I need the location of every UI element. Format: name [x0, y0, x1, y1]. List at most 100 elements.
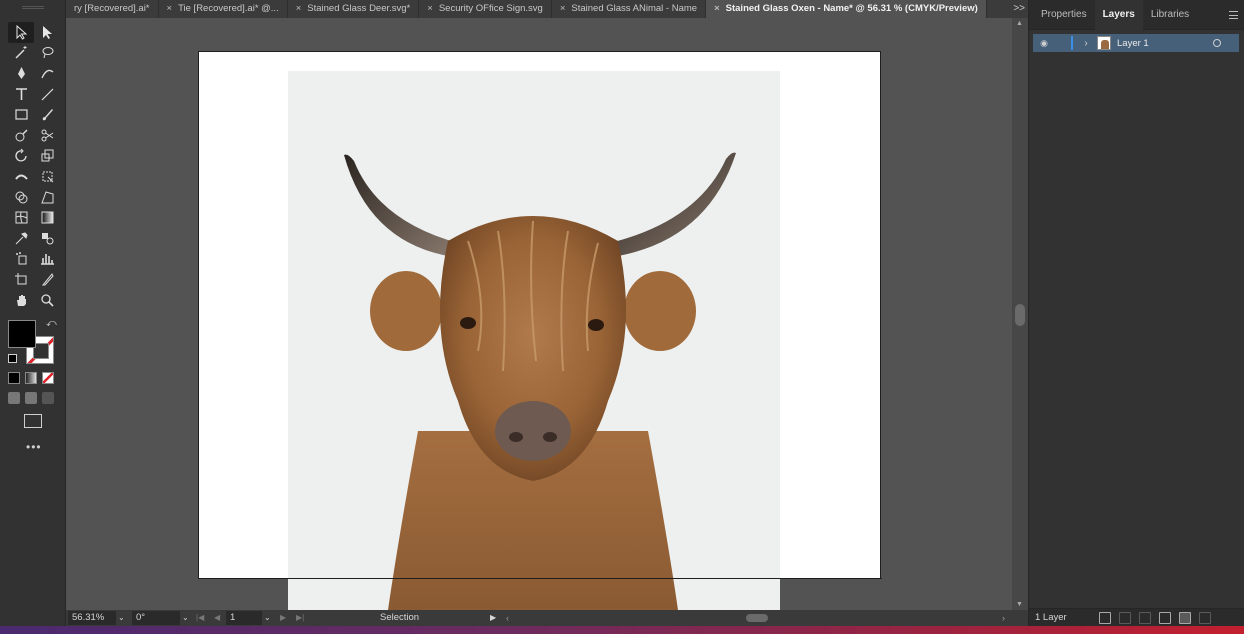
slice-tool-icon[interactable] — [34, 269, 60, 290]
document-tab[interactable]: ry [Recovered].ai* — [66, 0, 159, 18]
zoom-dropdown-icon[interactable]: ⌄ — [118, 610, 125, 626]
status-menu-icon[interactable]: ▶ — [490, 610, 496, 626]
none-mode-icon[interactable] — [42, 372, 54, 384]
tab-label: Tie [Recovered].ai* @... — [178, 3, 279, 14]
locate-object-icon[interactable] — [1119, 612, 1131, 624]
scroll-up-icon[interactable]: ▲ — [1016, 20, 1023, 27]
document-tab[interactable]: × Tie [Recovered].ai* @... — [159, 0, 288, 18]
scroll-left-icon[interactable]: ‹ — [506, 610, 509, 626]
document-tab[interactable]: × Security OFfice Sign.svg — [419, 0, 552, 18]
panel-tab[interactable]: Libraries — [1143, 0, 1197, 30]
blend-tool-icon[interactable] — [34, 228, 60, 249]
desktop-background-strip — [0, 626, 1244, 634]
rectangle-tool-icon[interactable] — [8, 104, 34, 125]
pen-tool-icon[interactable] — [8, 63, 34, 84]
paintbrush-tool-icon[interactable] — [34, 104, 60, 125]
draw-normal-icon[interactable] — [8, 392, 20, 404]
first-artboard-icon[interactable]: |◀ — [196, 610, 204, 626]
expand-chevron-icon[interactable]: › — [1079, 38, 1093, 49]
gradient-mode-icon[interactable] — [25, 372, 37, 384]
draw-behind-icon[interactable] — [25, 392, 37, 404]
create-sublayer-icon[interactable] — [1159, 612, 1171, 624]
panel-tab[interactable]: Layers — [1094, 0, 1143, 30]
hand-tool-icon[interactable] — [8, 290, 34, 311]
create-new-layer-icon[interactable] — [1179, 612, 1191, 624]
scroll-right-icon[interactable]: › — [1002, 610, 1005, 626]
free-transform-tool-icon[interactable] — [34, 166, 60, 187]
scissors-tool-icon[interactable] — [34, 125, 60, 146]
zoom-tool-icon[interactable] — [34, 290, 60, 311]
rotation-dropdown-icon[interactable]: ⌄ — [182, 610, 189, 626]
visibility-eye-icon[interactable]: ◉ — [1033, 38, 1055, 49]
line-segment-tool-icon[interactable] — [34, 84, 60, 105]
scroll-down-icon[interactable]: ▼ — [1016, 601, 1023, 608]
highland-cow-image — [288, 71, 780, 610]
close-tab-icon[interactable]: × — [560, 0, 566, 18]
scale-tool-icon[interactable] — [34, 146, 60, 167]
artboard-number-field[interactable]: 1 — [226, 611, 262, 625]
direct-selection-tool-icon[interactable] — [34, 22, 60, 43]
edit-toolbar-more-icon[interactable]: ••• — [26, 440, 42, 454]
artboard-tool-icon[interactable] — [8, 269, 34, 290]
close-tab-icon[interactable]: × — [714, 0, 720, 18]
swap-fill-stroke-icon[interactable]: ⤺ — [46, 318, 57, 329]
draw-inside-icon[interactable] — [42, 392, 54, 404]
vertical-scrollbar[interactable]: ▲ ▼ — [1012, 18, 1028, 610]
curvature-tool-icon[interactable] — [34, 63, 60, 84]
close-tab-icon[interactable]: × — [427, 0, 433, 18]
horizontal-scroll-thumb[interactable] — [746, 614, 768, 622]
document-tab[interactable]: × Stained Glass Oxen - Name* @ 56.31 % (C… — [706, 0, 987, 18]
next-artboard-icon[interactable]: ▶ — [280, 610, 286, 626]
layer-target-icon[interactable] — [1213, 39, 1221, 47]
layer-row[interactable]: ◉ › Layer 1 — [1033, 34, 1239, 52]
fill-stroke-widget: ⤺ — [8, 318, 58, 366]
tab-overflow-icon: >> — [1013, 3, 1025, 14]
lasso-tool-icon[interactable] — [34, 43, 60, 64]
zoom-field[interactable]: 56.31% — [68, 611, 116, 625]
magic-wand-tool-icon[interactable] — [8, 43, 34, 64]
width-tool-icon[interactable] — [8, 166, 34, 187]
layer-color-bar — [1071, 36, 1073, 50]
symbol-sprayer-tool-icon[interactable] — [8, 249, 34, 270]
tab-label: Stained Glass Deer.svg* — [307, 3, 411, 14]
screen-mode-icon[interactable] — [24, 414, 42, 428]
rotate-tool-icon[interactable] — [8, 146, 34, 167]
color-mode-icon[interactable] — [8, 372, 20, 384]
type-tool-icon[interactable] — [8, 84, 34, 105]
fill-swatch[interactable] — [8, 320, 36, 348]
draw-modes — [8, 392, 54, 404]
layer-count: 1 Layer — [1035, 612, 1067, 623]
document-tab[interactable]: × Stained Glass Deer.svg* — [288, 0, 420, 18]
tools-panel: ⤺ ••• — [0, 0, 66, 626]
rotation-field[interactable]: 0° — [132, 611, 180, 625]
panel-tab[interactable]: Properties — [1033, 0, 1095, 30]
close-tab-icon[interactable]: × — [296, 0, 302, 18]
toolbar-grip[interactable] — [22, 6, 44, 9]
panel-menu-icon[interactable] — [1229, 11, 1238, 19]
eyedropper-tool-icon[interactable] — [8, 228, 34, 249]
layer-thumbnail — [1097, 36, 1111, 50]
vertical-scroll-thumb[interactable] — [1015, 304, 1025, 326]
column-graph-tool-icon[interactable] — [34, 249, 60, 270]
perspective-grid-tool-icon[interactable] — [34, 187, 60, 208]
close-tab-icon[interactable]: × — [167, 0, 173, 18]
default-fill-stroke-icon[interactable] — [8, 354, 17, 363]
delete-layer-icon[interactable] — [1199, 612, 1211, 624]
last-artboard-icon[interactable]: ▶| — [296, 610, 304, 626]
layer-name[interactable]: Layer 1 — [1117, 38, 1149, 49]
previous-artboard-icon[interactable]: ◀ — [214, 610, 220, 626]
current-tool-label: Selection — [380, 612, 420, 623]
mesh-tool-icon[interactable] — [8, 207, 34, 228]
selection-tool-icon[interactable] — [8, 22, 34, 43]
tab-overflow-button[interactable]: >> — [1010, 0, 1028, 18]
document-tab[interactable]: × Stained Glass ANimal - Name — [552, 0, 707, 18]
status-bar: 56.31% ⌄ 0° ⌄ |◀ ◀ 1 ⌄ ▶ ▶| Selection ▶ … — [66, 610, 1028, 626]
canvas-area[interactable] — [66, 18, 1012, 610]
placed-image[interactable] — [288, 71, 780, 610]
make-clipping-mask-icon[interactable] — [1139, 612, 1151, 624]
shape-builder-tool-icon[interactable] — [8, 187, 34, 208]
artboard-dropdown-icon[interactable]: ⌄ — [264, 610, 271, 626]
collect-export-icon[interactable] — [1099, 612, 1111, 624]
shaper-tool-icon[interactable] — [8, 125, 34, 146]
gradient-tool-icon[interactable] — [34, 207, 60, 228]
